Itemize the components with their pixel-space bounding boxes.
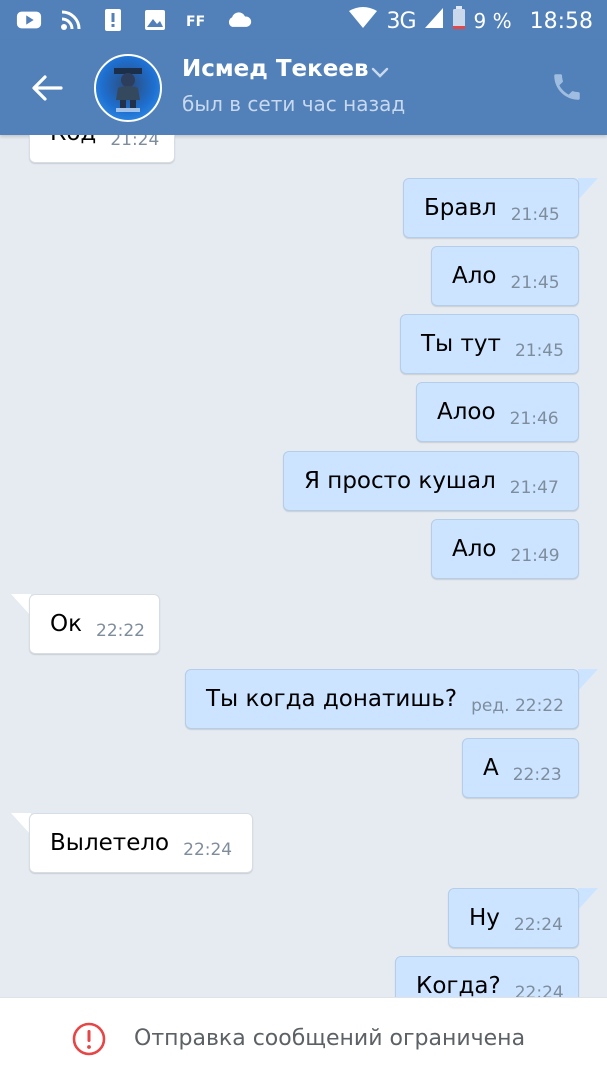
chevron-down-icon[interactable] <box>370 64 390 78</box>
back-arrow-icon[interactable] <box>30 72 64 104</box>
bubble-tail <box>578 888 598 910</box>
bubble-tail <box>578 669 598 691</box>
youtube-icon <box>16 8 42 32</box>
message-time: 21:46 <box>509 409 559 429</box>
message-bubble[interactable]: Алоо 21:46 <box>416 382 579 442</box>
message-time: 22:24 <box>513 915 563 935</box>
message-time: ред. 22:22 <box>471 696 564 716</box>
message-time: 22:23 <box>512 765 562 785</box>
clock: 18:58 <box>529 8 593 34</box>
message-bubble[interactable]: Я просто кушал 21:47 <box>283 451 579 511</box>
message-bubble[interactable]: Ок 22:22 <box>29 594 160 654</box>
alert-icon <box>100 8 126 32</box>
message-text: А <box>483 755 499 781</box>
message-text: Вылетело <box>50 830 170 856</box>
message-bubble[interactable]: Код 21:24 <box>29 135 175 163</box>
message-text: Алоо <box>437 399 496 425</box>
message-bubble[interactable]: Ты когда донатишь? ред. 22:22 <box>185 669 579 729</box>
message-text: Ты когда донатишь? <box>206 686 458 712</box>
chat-header: Исмед Текеев был в сети час назад <box>0 40 607 135</box>
message-text: Ну <box>469 905 500 931</box>
message-time: 21:47 <box>509 478 559 498</box>
message-text: Бравл <box>424 195 497 221</box>
bubble-tail <box>578 178 598 200</box>
message-time: 21:24 <box>110 135 160 150</box>
svg-text:FF: FF <box>186 14 205 29</box>
message-time: 21:45 <box>510 205 560 225</box>
restriction-message: Отправка сообщений ограничена <box>134 1026 526 1051</box>
avatar[interactable] <box>94 54 162 122</box>
bubble-tail <box>11 813 31 835</box>
message-text: Ок <box>50 611 82 637</box>
status-bar: FF 3G 9 % 18:58 <box>0 0 607 40</box>
message-bubble[interactable]: Вылетело 22:24 <box>29 813 253 873</box>
message-text: Когда? <box>416 973 501 997</box>
message-time: 21:49 <box>510 546 560 566</box>
message-text: Я просто кушал <box>304 468 496 494</box>
wifi-icon <box>58 8 84 32</box>
message-text: Ало <box>452 536 497 562</box>
message-bubble[interactable]: Ало 21:45 <box>431 246 579 306</box>
bubble-tail <box>11 594 31 616</box>
message-bubble[interactable]: Ты тут 21:45 <box>400 314 579 374</box>
message-text: Ало <box>452 263 497 289</box>
message-bubble[interactable]: Ало 21:49 <box>431 519 579 579</box>
network-type: 3G <box>386 8 416 34</box>
message-list[interactable]: Код 21:24 Бравл 21:45 Ало 21:45 Ты тут 2… <box>0 135 607 997</box>
message-bubble[interactable]: Когда? 22:24 <box>395 956 579 997</box>
contact-status: был в сети час назад <box>182 92 406 116</box>
gallery-icon <box>142 8 168 32</box>
message-time: 22:24 <box>183 840 233 860</box>
message-text: Код <box>50 135 96 146</box>
cell-signal-icon <box>424 7 444 35</box>
message-bubble[interactable]: Ну 22:24 <box>448 888 579 948</box>
contact-name[interactable]: Исмед Текеев <box>182 56 369 82</box>
phone-icon[interactable] <box>550 70 584 104</box>
message-time: 22:22 <box>96 621 145 641</box>
message-time: 22:24 <box>514 983 564 997</box>
wifi-signal-icon <box>348 7 378 35</box>
message-bubble[interactable]: Бравл 21:45 <box>403 178 579 238</box>
battery-icon <box>452 6 466 36</box>
message-text: Ты тут <box>421 331 501 357</box>
cloud-icon <box>226 8 252 32</box>
message-bubble[interactable]: А 22:23 <box>462 738 579 798</box>
battery-percent: 9 % <box>473 9 512 33</box>
message-time: 21:45 <box>510 273 560 293</box>
message-time: 21:45 <box>514 341 564 361</box>
warning-icon <box>72 1022 106 1056</box>
ff-icon: FF <box>184 8 210 32</box>
restriction-bar: Отправка сообщений ограничена <box>0 997 607 1081</box>
